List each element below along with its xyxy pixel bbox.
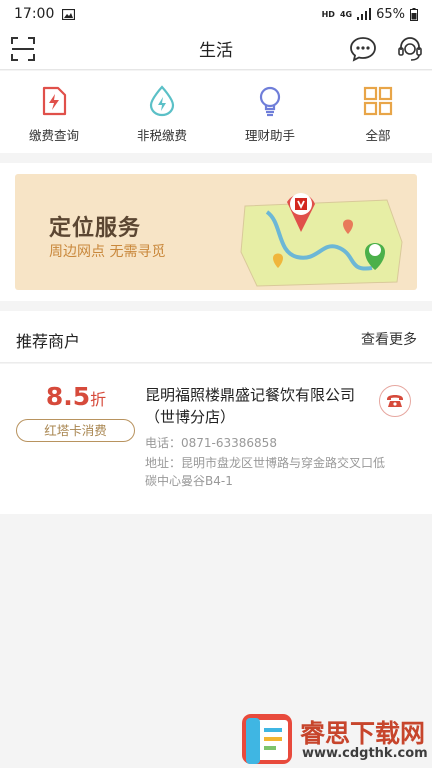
card-tag: 红塔卡消费	[16, 419, 135, 442]
bill-query-icon	[42, 86, 67, 116]
site-watermark: 睿思下载网 www.cdgthk.com	[238, 710, 432, 768]
signal-icon	[357, 8, 372, 20]
battery-percent: 65%	[376, 6, 405, 22]
message-icon[interactable]	[349, 35, 377, 63]
recommended-title: 推荐商户	[16, 332, 81, 351]
quick-action-label: 理财助手	[244, 128, 295, 143]
battery-icon	[410, 7, 418, 21]
quick-actions: 缴费查询 非税缴费 理财助手 全部	[0, 71, 432, 153]
banner-section: 定位服务 周边网点 无需寻觅	[0, 163, 432, 301]
discount-badge: 8.5折	[16, 382, 136, 411]
quick-action-finance-assistant[interactable]: 理财助手	[216, 71, 324, 153]
watermark-url: www.cdgthk.com	[302, 746, 428, 761]
merchant-name: 昆明福照楼鼎盛记餐饮有限公司（世博分店）	[145, 386, 356, 426]
merchant-phone: 电话：0871-63386858	[145, 436, 277, 450]
download-site-logo	[242, 714, 292, 764]
discount-unit: 折	[90, 390, 107, 409]
phone-icon	[387, 395, 403, 407]
lightbulb-icon	[259, 86, 281, 117]
top-nav-bar: 生活	[0, 28, 432, 70]
quick-action-label: 非税缴费	[136, 128, 187, 143]
banner-subtitle: 周边网点 无需寻觅	[49, 244, 166, 260]
customer-service-icon[interactable]	[396, 35, 424, 63]
call-button[interactable]	[379, 385, 411, 417]
quick-action-all[interactable]: 全部	[324, 71, 432, 153]
quick-action-label: 缴费查询	[28, 128, 79, 143]
quick-action-bill-query[interactable]: 缴费查询	[0, 71, 108, 153]
status-time: 17:00	[14, 6, 55, 22]
merchant-address: 地址：昆明市盘龙区世博路与穿金路交叉口低碳中心曼谷B4-1	[145, 456, 386, 488]
network-label: 4G	[339, 9, 353, 19]
hd-label: HD	[321, 9, 335, 19]
map-illustration-icon	[240, 193, 403, 287]
location-service-banner[interactable]: 定位服务 周边网点 无需寻觅	[15, 174, 417, 290]
quick-action-label: 全部	[365, 128, 391, 143]
discount-value: 8.5	[45, 382, 91, 411]
grid-icon	[363, 86, 393, 116]
status-bar: 17:00 HD 4G 65%	[0, 0, 432, 28]
quick-action-tax-payment[interactable]: 非税缴费	[108, 71, 216, 153]
banner-title: 定位服务	[49, 216, 142, 241]
image-notification-icon	[62, 8, 76, 20]
merchant-card[interactable]: 8.5折 红塔卡消费 昆明福照楼鼎盛记餐饮有限公司（世博分店） 电话：0871-…	[0, 364, 432, 514]
tax-payment-icon	[149, 85, 175, 117]
recommended-header: 推荐商户 查看更多	[0, 311, 432, 363]
view-more-link[interactable]: 查看更多	[361, 329, 417, 349]
watermark-text: 睿思下载网	[300, 719, 426, 748]
